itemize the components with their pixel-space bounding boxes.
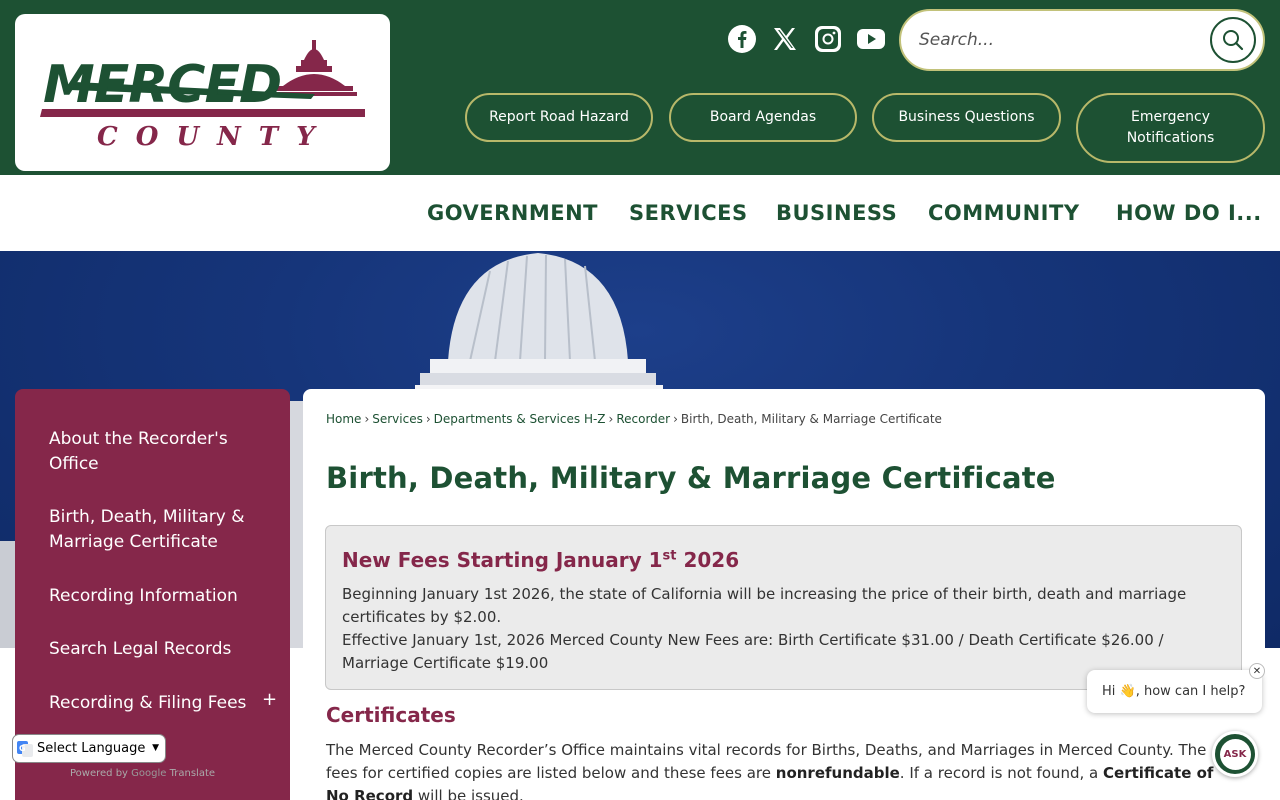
language-select-label: Select Language (37, 741, 146, 756)
nav-community[interactable]: COMMUNITY (928, 201, 1080, 225)
sidebar-item-search-legal-records[interactable]: Search Legal Records (49, 637, 259, 662)
youtube-icon[interactable] (854, 22, 888, 56)
site-header: MERCED COUNTY Search... Report Road Haza… (0, 0, 1280, 175)
breadcrumb: Home › Services › Departments & Services H-Z… (326, 412, 942, 426)
facebook-icon[interactable] (725, 22, 759, 56)
fee-notice-box: New Fees Starting January 1st 2026 Begin… (325, 525, 1242, 690)
chat-close-icon[interactable]: ✕ (1249, 663, 1265, 679)
breadcrumb-separator: › (673, 412, 678, 426)
nav-services[interactable]: SERVICES (629, 201, 748, 225)
breadcrumb-departments[interactable]: Departments & Services H-Z (434, 412, 606, 426)
notice-text: Beginning January 1st 2026, the state of… (342, 585, 1187, 672)
breadcrumb-recorder[interactable]: Recorder (616, 412, 670, 426)
certificates-paragraph: The Merced County Recorder’s Office main… (326, 741, 1214, 800)
svg-text:G: G (19, 744, 26, 753)
search-icon (1223, 30, 1244, 51)
search-box (899, 9, 1265, 71)
sidebar-item-recording-information[interactable]: Recording Information (49, 584, 259, 609)
main-content: Home › Services › Departments & Services H-Z… (303, 389, 1265, 800)
sidebar-item-certificates[interactable]: Birth, Death, Military & Marriage Certif… (49, 505, 259, 555)
board-agendas-button[interactable]: Board Agendas (669, 93, 857, 142)
breadcrumb-current: Birth, Death, Military & Marriage Certif… (680, 412, 942, 426)
search-button[interactable] (1210, 17, 1256, 63)
expand-plus-icon[interactable]: + (262, 689, 277, 710)
powered-by-google: Powered by Google Translate (70, 768, 216, 779)
language-select[interactable]: G Select Language ▼ (12, 734, 166, 763)
sidebar-item-about-recorder[interactable]: About the Recorder's Office (49, 427, 259, 477)
google-translate-icon: G (17, 740, 33, 757)
breadcrumb-separator: › (364, 412, 370, 426)
breadcrumb-home[interactable]: Home (326, 412, 361, 426)
breadcrumb-separator: › (425, 412, 431, 426)
nav-business[interactable]: BUSINESS (776, 201, 897, 225)
x-icon[interactable] (768, 22, 802, 56)
merced-county-logo[interactable]: MERCED COUNTY (15, 14, 390, 171)
search-input[interactable] (919, 25, 1199, 55)
svg-text:COUNTY: COUNTY (97, 122, 333, 152)
ask-chatbot-button[interactable]: ASK (1212, 731, 1258, 777)
nav-government[interactable]: GOVERNMENT (427, 201, 598, 225)
emergency-notifications-button[interactable]: Emergency Notifications (1076, 93, 1265, 163)
ask-label: ASK (1219, 738, 1251, 770)
nav-how-do-i[interactable]: HOW DO I... (1116, 201, 1262, 225)
report-road-hazard-button[interactable]: Report Road Hazard (465, 93, 653, 142)
sidebar-item-recording-filing-fees[interactable]: Recording & Filing Fees (49, 691, 259, 716)
instagram-icon[interactable] (811, 22, 845, 56)
main-navigation: GOVERNMENT SERVICES BUSINESS COMMUNITY H… (0, 175, 1280, 251)
breadcrumb-services[interactable]: Services (372, 412, 423, 426)
chat-greeting-bubble[interactable]: Hi 👋, how can I help? (1087, 670, 1262, 713)
svg-text:MERCED: MERCED (43, 55, 281, 115)
certificates-heading: Certificates (326, 703, 456, 727)
breadcrumb-separator: › (608, 412, 614, 426)
page-title: Birth, Death, Military & Marriage Certif… (326, 461, 1056, 495)
chevron-down-icon: ▼ (152, 743, 159, 753)
business-questions-button[interactable]: Business Questions (872, 93, 1061, 142)
notice-title: New Fees Starting January 1st 2026 (342, 548, 740, 572)
